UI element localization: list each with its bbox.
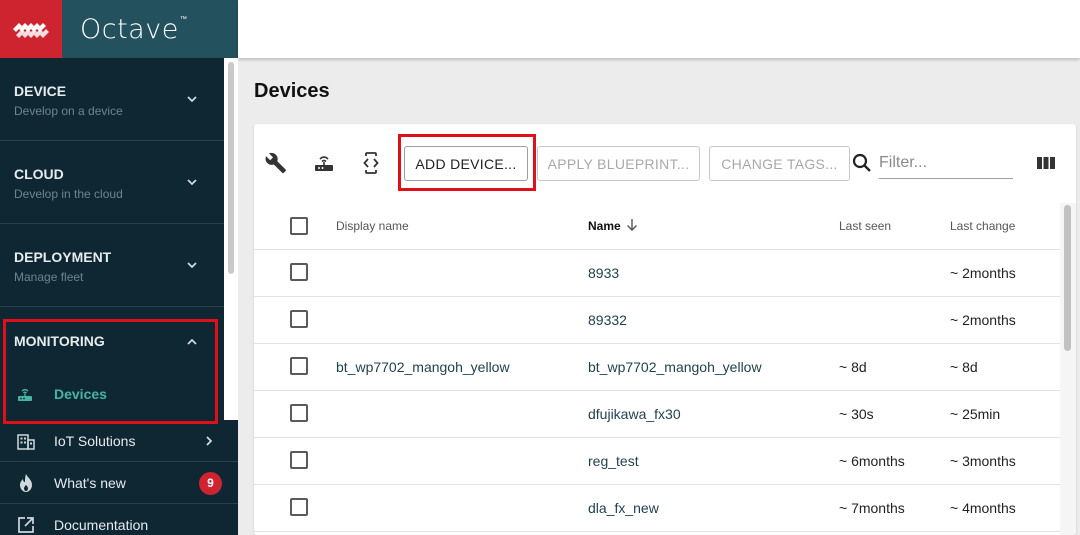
cell-last-change: ~ 4months — [950, 500, 1016, 516]
cell-last-change: ~ 2months — [950, 312, 1016, 328]
header-display-name[interactable]: Display name — [336, 219, 409, 233]
cell-name[interactable]: reg_test — [588, 453, 639, 469]
chevron-right-icon — [206, 436, 213, 446]
cell-last-seen: ~ 6months — [839, 453, 905, 469]
table-header-row: Display name Name Last seen Last change — [254, 203, 1060, 250]
row-checkbox[interactable] — [290, 357, 308, 375]
table-row[interactable]: dla_fx_new ~ 7months ~ 4months — [254, 485, 1060, 532]
section-subtitle: Develop in the cloud — [14, 187, 123, 201]
notification-badge: 9 — [199, 472, 222, 495]
header-last-seen[interactable]: Last seen — [839, 219, 891, 233]
wrench-icon[interactable] — [264, 151, 288, 175]
cell-name[interactable]: dla_fx_new — [588, 500, 659, 516]
router-icon — [18, 388, 32, 401]
brand-name[interactable]: Octave ™ — [62, 0, 238, 58]
cell-last-seen: ~ 7months — [839, 500, 905, 516]
table-scrollbar-thumb[interactable] — [1064, 205, 1071, 351]
chevron-down-icon — [187, 262, 197, 269]
brand-text: Octave — [80, 13, 179, 45]
building-icon — [17, 434, 35, 450]
cell-last-change: ~ 2months — [950, 265, 1016, 281]
section-title: MONITORING — [14, 333, 105, 349]
sidebar-item-label: IoT Solutions — [54, 433, 136, 449]
sidebar-section-monitoring[interactable]: MONITORING Devices — [0, 307, 224, 420]
sidebar-scrollbar-thumb[interactable] — [228, 62, 234, 274]
cell-name[interactable]: 89332 — [588, 312, 627, 328]
header-name-label: Name — [588, 219, 621, 233]
sidebar-item-label: Documentation — [54, 517, 149, 533]
apply-blueprint-button[interactable]: APPLY BLUEPRINT... — [537, 146, 700, 181]
row-checkbox[interactable] — [290, 451, 308, 469]
sidebar-section-deployment[interactable]: DEPLOYMENT Manage fleet — [0, 224, 224, 307]
devices-table: Display name Name Last seen Last change … — [254, 203, 1060, 532]
cell-last-change: ~ 8d — [950, 359, 978, 375]
developer-mode-icon[interactable] — [359, 151, 383, 175]
sidebar-section-cloud[interactable]: CLOUD Develop in the cloud — [0, 141, 224, 224]
section-title: CLOUD — [14, 166, 64, 182]
row-checkbox[interactable] — [290, 263, 308, 281]
external-link-icon — [18, 517, 34, 533]
section-subtitle: Manage fleet — [14, 270, 84, 284]
sidebar-item-label: Devices — [54, 386, 107, 402]
table-row[interactable]: 8933 ~ 2months — [254, 250, 1060, 297]
row-checkbox[interactable] — [290, 404, 308, 422]
chevron-down-icon — [187, 96, 197, 103]
header-name[interactable]: Name — [588, 219, 637, 233]
page-title: Devices — [254, 80, 330, 102]
section-subtitle: Develop on a device — [14, 104, 123, 118]
chevron-up-icon — [187, 338, 197, 345]
change-tags-button[interactable]: CHANGE TAGS... — [709, 146, 850, 181]
table-row[interactable]: 89332 ~ 2months — [254, 297, 1060, 344]
cell-last-change: ~ 3months — [950, 453, 1016, 469]
router-icon[interactable] — [312, 151, 336, 175]
table-row[interactable]: reg_test ~ 6months ~ 3months — [254, 438, 1060, 485]
cell-name[interactable]: 8933 — [588, 265, 619, 281]
columns-icon[interactable] — [1036, 155, 1056, 171]
sidebar-item-documentation[interactable]: Documentation — [0, 504, 238, 535]
sidebar: DEVICE Develop on a device CLOUD Develop… — [0, 58, 238, 535]
cell-last-seen: ~ 8d — [839, 359, 867, 375]
table-row[interactable]: dfujikawa_fx30 ~ 30s ~ 25min — [254, 391, 1060, 438]
cell-last-seen: ~ 30s — [839, 406, 874, 422]
sidebar-item-whats-new[interactable]: What's new 9 — [0, 462, 238, 504]
sidebar-item-devices[interactable]: Devices — [14, 383, 214, 407]
flame-icon — [20, 474, 32, 492]
octave-logo[interactable] — [0, 0, 62, 58]
section-title: DEVICE — [14, 83, 67, 99]
trademark: ™ — [179, 15, 188, 23]
search-icon — [852, 153, 871, 172]
arrow-down-icon — [627, 219, 637, 231]
sidebar-item-label: What's new — [54, 475, 126, 491]
cell-last-change: ~ 25min — [950, 406, 1001, 422]
select-all-checkbox[interactable] — [290, 217, 308, 235]
add-device-button[interactable]: ADD DEVICE... — [404, 146, 528, 181]
cell-display-name: bt_wp7702_mangoh_yellow — [336, 359, 510, 375]
cell-name[interactable]: dfujikawa_fx30 — [588, 406, 681, 422]
cell-name[interactable]: bt_wp7702_mangoh_yellow — [588, 359, 762, 375]
sierra-wireless-logo-icon — [13, 23, 49, 38]
top-bar — [238, 0, 1080, 58]
devices-card: ADD DEVICE... APPLY BLUEPRINT... CHANGE … — [254, 124, 1076, 535]
chevron-down-icon — [187, 179, 197, 186]
filter-input[interactable] — [879, 148, 1013, 179]
row-checkbox[interactable] — [290, 498, 308, 516]
sidebar-section-device[interactable]: DEVICE Develop on a device — [0, 58, 224, 141]
table-row[interactable]: bt_wp7702_mangoh_yellow bt_wp7702_mangoh… — [254, 344, 1060, 391]
row-checkbox[interactable] — [290, 310, 308, 328]
section-title: DEPLOYMENT — [14, 249, 112, 265]
sidebar-item-iot-solutions[interactable]: IoT Solutions — [0, 420, 238, 462]
header-last-change[interactable]: Last change — [950, 219, 1015, 233]
